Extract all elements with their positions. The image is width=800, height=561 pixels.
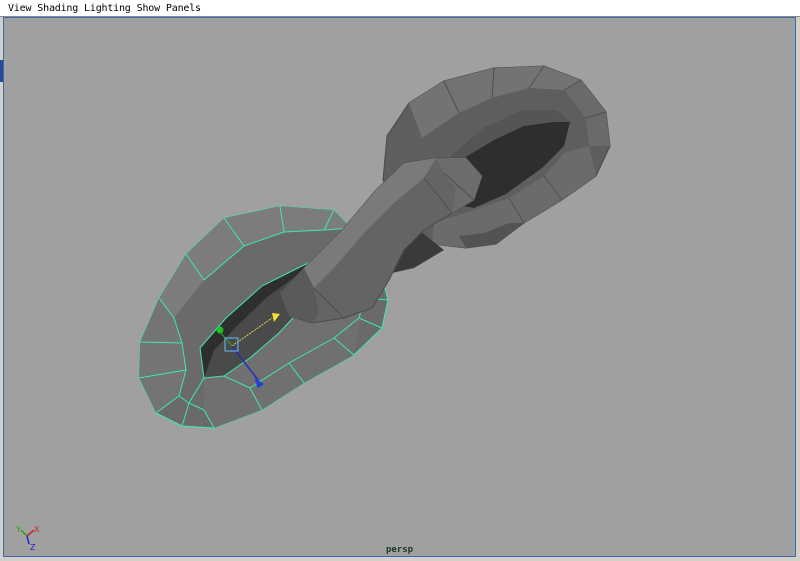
camera-name-label: persp (385, 545, 414, 555)
menu-lighting[interactable]: Lighting (84, 3, 131, 14)
menu-view[interactable]: View (8, 3, 31, 14)
scene-canvas[interactable]: X Y Z (4, 18, 796, 557)
panel-menu-bar: View Shading Lighting Show Panels (0, 0, 800, 17)
axis-y-label: Y (15, 525, 21, 534)
axis-x-label: X (34, 525, 40, 534)
perspective-viewport[interactable]: X Y Z persp (3, 17, 796, 557)
menu-panels[interactable]: Panels (166, 3, 201, 14)
menu-show[interactable]: Show (137, 3, 160, 14)
menu-shading[interactable]: Shading (37, 3, 78, 14)
move-y-handle[interactable] (216, 326, 224, 334)
